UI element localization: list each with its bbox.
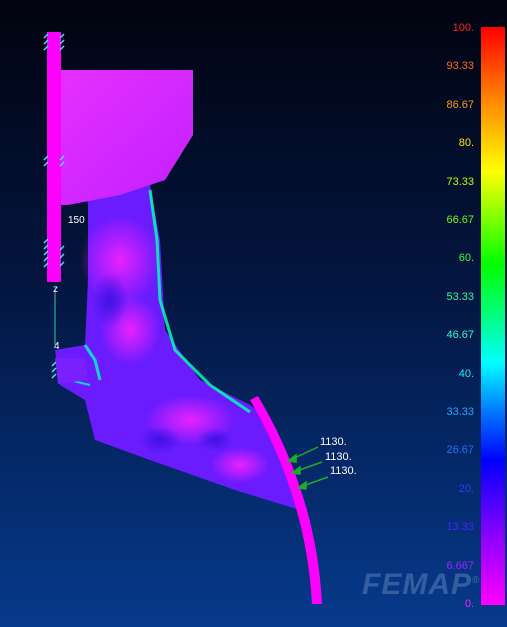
load-label: 1130. [330, 465, 357, 477]
legend-label: 46.67 [446, 329, 474, 342]
legend-colorbar [481, 27, 505, 605]
node-label-4: 4 [54, 341, 60, 352]
femap-logo: FEMAP® [362, 568, 480, 602]
node-label-150: 150 [68, 215, 85, 226]
lower-lip [55, 358, 88, 384]
legend-label: 73.33 [446, 175, 474, 188]
legend-label: 100. [452, 22, 474, 34]
stress-region [138, 426, 182, 454]
legend-label: 13.33 [446, 521, 474, 534]
logo-mark: ® [472, 575, 481, 586]
stress-region [197, 428, 233, 452]
legend-label: 80. [458, 137, 474, 150]
model-viewport[interactable]: 150 z 4 1130. 1130. 1130. 100. 93.33 86.67… [0, 0, 507, 627]
legend-label: 33.33 [446, 406, 474, 418]
legend-label: 93.33 [446, 60, 474, 73]
legend-label: 20. [458, 482, 474, 495]
legend-label: 26.67 [446, 444, 474, 457]
load-label: 1130. [325, 451, 352, 463]
legend-label: 66.67 [446, 214, 474, 226]
legend-label: 53.33 [446, 290, 474, 303]
logo-text: FEMAP [362, 568, 472, 601]
left-bar [47, 32, 61, 282]
legend-label: 40. [458, 367, 474, 380]
legend-label: 60. [458, 252, 474, 265]
axis-z-label: z [53, 284, 58, 295]
stress-region [210, 447, 270, 483]
legend-label: 86.67 [446, 98, 474, 111]
stress-region [92, 272, 128, 328]
load-label: 1130. [320, 436, 347, 448]
flange-block [48, 70, 193, 205]
